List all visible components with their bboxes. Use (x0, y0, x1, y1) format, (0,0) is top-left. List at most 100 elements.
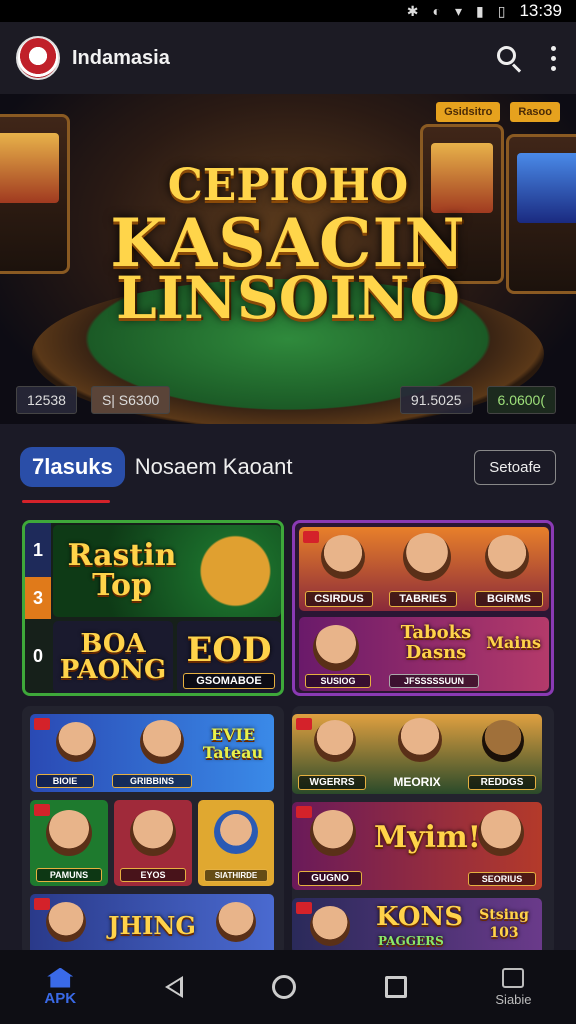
game-tile-title: JHING (108, 910, 196, 940)
app-logo[interactable] (16, 36, 60, 80)
game-tile-caption: REDDGS (468, 775, 536, 790)
wifi-icon: ▾ (454, 2, 463, 19)
section-header: 7lasuks Nosaem Kaoant Setoafe (20, 446, 556, 488)
search-icon[interactable] (495, 44, 523, 73)
game-tile-caption: SEORIUS (468, 872, 536, 886)
hero-stat: 6.0600( (486, 386, 556, 414)
status-time: 13:39 (519, 1, 562, 20)
featured-card[interactable]: 1 3 0 Rastin Top BOA PAONG EOD GSOMABOE (22, 520, 284, 696)
tab-active[interactable]: 7lasuks (20, 447, 125, 487)
game-tile-title: EVIE Tateau (202, 725, 264, 762)
game-tile[interactable]: BOA PAONG (53, 621, 173, 693)
share-icon (502, 967, 525, 988)
nav-home[interactable]: APK (44, 967, 77, 1007)
game-tile[interactable]: Myim! GUGNO SEORIUS (292, 802, 542, 890)
hot-tag (34, 804, 50, 816)
character-avatar (310, 906, 350, 946)
hot-tag (34, 718, 50, 730)
game-tile-caption: BIOIE (36, 774, 94, 788)
more-options-icon[interactable] (551, 45, 556, 71)
game-tile-caption: SIATHIRDE (204, 869, 268, 882)
featured-card[interactable]: CSIRDUS TABRIES BGIRMS Taboks Dasns Main… (292, 520, 554, 696)
game-tile-caption: WGERRS (298, 775, 366, 790)
home-icon (47, 967, 74, 988)
character-avatar (398, 718, 442, 762)
game-tile-caption: GSOMABOE (183, 673, 275, 689)
hot-tag (296, 902, 312, 914)
character-avatar (140, 720, 184, 764)
game-tile[interactable]: Taboks Dasns Mains SUSIOG JFSSSSSUUN (299, 617, 549, 691)
hero-banner[interactable]: Gsidsitro Rasoo CEPIOHO KASACIN LINSOINO… (0, 94, 576, 424)
hero-badge: Rasoo (510, 102, 560, 122)
mute-icon: ◐ (432, 3, 441, 19)
game-tile-title: Rastin Top (67, 538, 177, 603)
signal-icon: ▮ (476, 2, 484, 19)
game-tile-side: Stsing 103 (479, 907, 529, 941)
bottom-nav-bar: APK Siabie (0, 950, 576, 1024)
character-avatar (46, 902, 86, 942)
character-avatar (130, 810, 176, 856)
hot-tag (296, 718, 312, 730)
hot-tag (303, 531, 319, 543)
bluetooth-icon: ✱ (406, 2, 419, 19)
game-tile-title: BOA PAONG (59, 629, 167, 685)
game-tile[interactable]: JHING (30, 894, 274, 956)
app-bar: Indamasia (0, 22, 576, 94)
hero-badge: Gsidsitro (436, 102, 501, 122)
rank-number: 3 (25, 577, 51, 619)
hero-stat: 91.5025 (399, 386, 473, 414)
game-tile-title: Taboks Dasns (400, 622, 472, 663)
hero-title-line: LINSOINO (115, 264, 460, 332)
game-tile-caption: GUGNO (298, 871, 362, 886)
game-grid: EVIE Tateau BIOIE GRIBBINS PAMUNS EYOS S… (22, 706, 284, 956)
character-avatar (478, 810, 524, 856)
game-tile[interactable]: PAMUNS (30, 800, 108, 886)
game-tile-subtitle: PAGGERS (378, 934, 444, 948)
game-tile-caption: GRIBBINS (112, 774, 192, 788)
character-avatar (314, 720, 356, 762)
game-grid: WGERRS MEORIX REDDGS Myim! GUGNO SEORIUS… (292, 706, 554, 956)
rank-number: 1 (25, 523, 51, 577)
game-tile-caption: PAMUNS (36, 868, 102, 882)
game-tile-caption: BGIRMS (475, 591, 543, 607)
game-tile-caption: CSIRDUS (305, 591, 373, 607)
game-tile[interactable]: SIATHIRDE (198, 800, 274, 886)
character-avatar (485, 535, 529, 579)
game-tile[interactable]: WGERRS MEORIX REDDGS (292, 714, 542, 794)
character-avatar (482, 720, 524, 762)
hero-stat: S| S6300 (90, 386, 171, 414)
game-tile-caption: SUSIOG (305, 674, 371, 688)
game-tile[interactable]: EVIE Tateau BIOIE GRIBBINS (30, 714, 274, 792)
battery-icon: ▯ (497, 2, 506, 19)
character-avatar (46, 810, 92, 856)
game-tile[interactable]: EOD GSOMABOE (177, 621, 281, 693)
hot-tag (296, 806, 312, 818)
character-avatar (321, 535, 365, 579)
home-button-icon[interactable] (271, 975, 296, 999)
character-avatar (56, 722, 96, 762)
app-title: Indamasia (72, 46, 170, 69)
back-icon[interactable] (164, 976, 183, 998)
recents-icon[interactable] (384, 976, 407, 998)
game-tile-caption: EYOS (120, 868, 186, 882)
see-all-button[interactable]: Setoafe (474, 449, 556, 485)
rank-number: 0 (25, 619, 51, 693)
nav-right[interactable]: Siabie (495, 967, 532, 1007)
hero-stat: 12538 (16, 386, 77, 414)
game-tile-caption: TABRIES (389, 591, 457, 607)
nav-home-label: APK (44, 989, 77, 1007)
game-tile-subcaption: JFSSSSSUUN (389, 674, 479, 688)
game-tile[interactable]: Rastin Top (53, 525, 281, 617)
game-tile-caption: MEORIX (393, 775, 441, 789)
character-avatar (403, 533, 451, 581)
nav-right-label: Siabie (495, 991, 532, 1007)
character-avatar (214, 810, 258, 854)
tab-secondary[interactable]: Nosaem Kaoant (135, 454, 293, 480)
game-tile[interactable]: EYOS (114, 800, 192, 886)
game-tile-side: Mains (486, 633, 541, 652)
tab-underline (22, 500, 110, 503)
game-tile[interactable]: KONS PAGGERS Stsing 103 (292, 898, 542, 956)
game-tile[interactable]: CSIRDUS TABRIES BGIRMS (299, 527, 549, 611)
game-tile-title: KONS (376, 902, 464, 932)
game-tile-title: EOD (186, 630, 272, 670)
